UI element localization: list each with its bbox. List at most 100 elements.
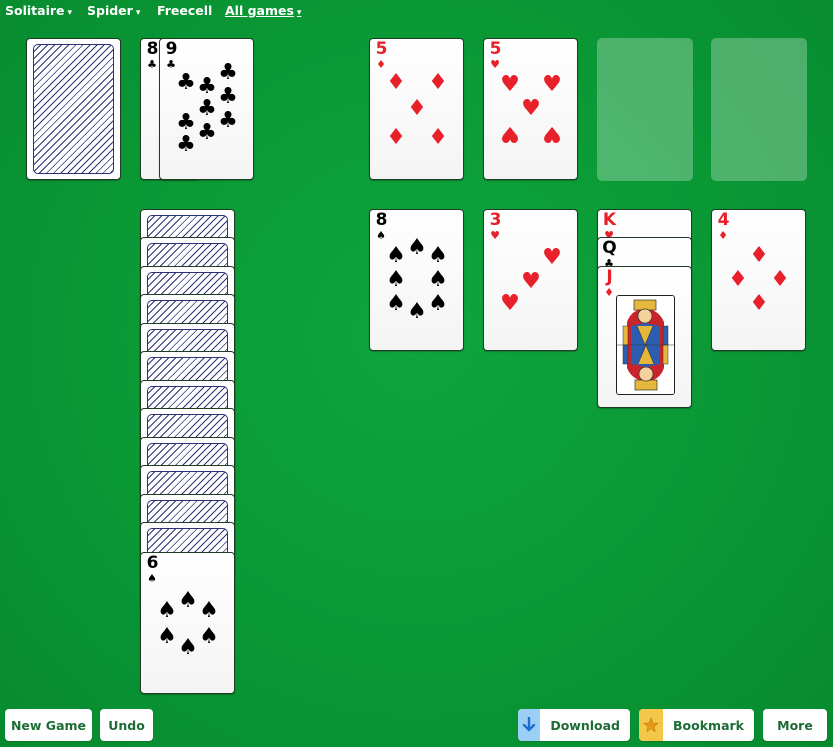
heart-icon: ♥ <box>521 269 541 294</box>
heart-icon: ♥ <box>500 72 520 97</box>
nav-spider[interactable]: Spider ▾ <box>87 3 140 18</box>
club-icon: ♣ <box>218 84 238 109</box>
heart-icon: ♥ <box>521 96 541 121</box>
nav-solitaire-label: Solitaire <box>5 3 65 18</box>
tableau-card-J-diamonds[interactable]: J ♦ <box>597 266 692 408</box>
nav-all-games[interactable]: All games ▾ <box>225 3 301 18</box>
spade-icon: ♠ <box>178 588 198 613</box>
card-rank: J <box>606 267 612 287</box>
card-rank: 3 <box>489 210 502 230</box>
diamond-icon: ♦ <box>604 286 614 299</box>
club-icon: ♣ <box>176 132 196 157</box>
diamond-icon: ♦ <box>407 96 427 121</box>
chevron-down-icon: ▾ <box>296 8 302 18</box>
foundation-1-5-diamonds[interactable]: 5 ♦ ♦ ♦ ♦ ♦ ♦ <box>369 38 464 180</box>
tableau-card-6-spades[interactable]: 6 ♠ ♠ ♠ ♠ ♠ ♠ ♠ <box>140 552 235 694</box>
jack-face-art <box>617 296 674 394</box>
foundation-3-empty-slot[interactable] <box>597 38 693 181</box>
spade-icon: ♠ <box>407 235 427 260</box>
heart-icon: ♥ <box>500 291 520 316</box>
top-navigation: Solitaire ▾ Spider ▾ Freecell All games ▾ <box>0 0 833 22</box>
undo-button[interactable]: Undo <box>100 709 153 741</box>
card-rank: 5 <box>489 39 502 59</box>
heart-icon: ♥ <box>490 229 500 242</box>
spade-icon: ♠ <box>386 267 406 292</box>
card-corner: 8 ♠ <box>374 210 388 242</box>
bookmark-button[interactable]: Bookmark <box>639 709 754 741</box>
club-icon: ♣ <box>176 110 196 135</box>
club-icon: ♣ <box>176 70 196 95</box>
card-rank: K <box>602 210 616 230</box>
bookmark-label: Bookmark <box>673 717 744 733</box>
download-button[interactable]: Download <box>518 709 630 741</box>
spade-icon: ♠ <box>386 291 406 316</box>
card-corner: 3 ♥ <box>488 210 502 242</box>
spade-icon: ♠ <box>376 229 386 242</box>
diamond-icon: ♦ <box>749 291 769 316</box>
card-rank: Q <box>602 238 616 258</box>
nav-all-games-label: All games <box>225 3 294 18</box>
nav-spider-label: Spider <box>87 3 133 18</box>
card-rank: 8 <box>375 210 388 230</box>
download-arrow-icon <box>518 709 541 741</box>
diamond-icon: ♦ <box>749 243 769 268</box>
spade-icon: ♠ <box>199 598 219 623</box>
spade-icon: ♠ <box>178 635 198 660</box>
club-icon: ♣ <box>197 120 217 145</box>
foundation-4-empty-slot[interactable] <box>711 38 807 181</box>
tableau-card-3-hearts[interactable]: 3 ♥ ♥ ♥ ♥ <box>483 209 578 351</box>
club-icon: ♣ <box>218 108 238 133</box>
tableau-card-4-diamonds[interactable]: 4 ♦ ♦ ♦ ♦ ♦ <box>711 209 806 351</box>
undo-label: Undo <box>108 717 145 733</box>
nav-freecell[interactable]: Freecell <box>157 3 212 18</box>
card-rank: 4 <box>717 210 730 230</box>
diamond-icon: ♦ <box>718 229 728 242</box>
club-icon: ♣ <box>197 96 217 121</box>
star-icon <box>639 709 664 741</box>
spade-icon: ♠ <box>428 267 448 292</box>
heart-icon: ♥ <box>542 245 562 270</box>
jack-portrait-image <box>616 295 675 395</box>
diamond-icon: ♦ <box>728 267 748 292</box>
card-rank: 6 <box>146 553 159 573</box>
card-corner: 9 ♣ <box>164 41 178 71</box>
spade-icon: ♠ <box>199 624 219 649</box>
heart-icon: ♥ <box>542 121 562 146</box>
diamond-icon: ♦ <box>386 122 406 147</box>
heart-icon: ♥ <box>490 58 500 71</box>
foundation-2-5-hearts[interactable]: 5 ♥ ♥ ♥ ♥ ♥ ♥ <box>483 38 578 180</box>
heart-icon: ♥ <box>500 121 520 146</box>
waste-card-9-clubs[interactable]: 9 ♣ ♣ ♣ ♣ ♣ ♣ ♣ ♣ ♣ ♣ <box>159 38 254 180</box>
diamond-icon: ♦ <box>386 70 406 95</box>
card-rank: 5 <box>375 39 388 59</box>
club-icon: ♣ <box>197 74 217 99</box>
more-label: More <box>777 717 813 733</box>
card-corner: 4 ♦ <box>716 210 730 242</box>
chevron-down-icon: ▾ <box>67 8 73 18</box>
club-icon: ♣ <box>218 60 238 85</box>
nav-solitaire[interactable]: Solitaire ▾ <box>5 3 72 18</box>
card-corner: 5 ♦ <box>374 39 388 71</box>
spade-icon: ♠ <box>428 291 448 316</box>
stock-pile[interactable] <box>26 38 121 180</box>
spade-icon: ♠ <box>428 243 448 268</box>
card-back-pattern <box>33 44 114 174</box>
card-corner: J ♦ <box>602 267 616 299</box>
tableau-card-8-spades[interactable]: 8 ♠ ♠ ♠ ♠ ♠ ♠ ♠ ♠ ♠ <box>369 209 464 351</box>
spade-icon: ♠ <box>386 243 406 268</box>
card-corner: 8 ♣ <box>145 41 159 71</box>
download-label: Download <box>550 717 620 733</box>
nav-freecell-label: Freecell <box>157 3 213 18</box>
chevron-down-icon: ▾ <box>135 8 141 18</box>
spade-icon: ♠ <box>147 572 157 585</box>
card-corner: 5 ♥ <box>488 39 502 71</box>
new-game-button[interactable]: New Game <box>5 709 92 741</box>
diamond-icon: ♦ <box>770 267 790 292</box>
diamond-icon: ♦ <box>428 122 448 147</box>
spade-icon: ♠ <box>157 598 177 623</box>
diamond-icon: ♦ <box>376 58 386 71</box>
card-corner: 6 ♠ <box>145 553 159 585</box>
more-button[interactable]: More <box>763 709 827 741</box>
spade-icon: ♠ <box>407 299 427 324</box>
heart-icon: ♥ <box>542 72 562 97</box>
